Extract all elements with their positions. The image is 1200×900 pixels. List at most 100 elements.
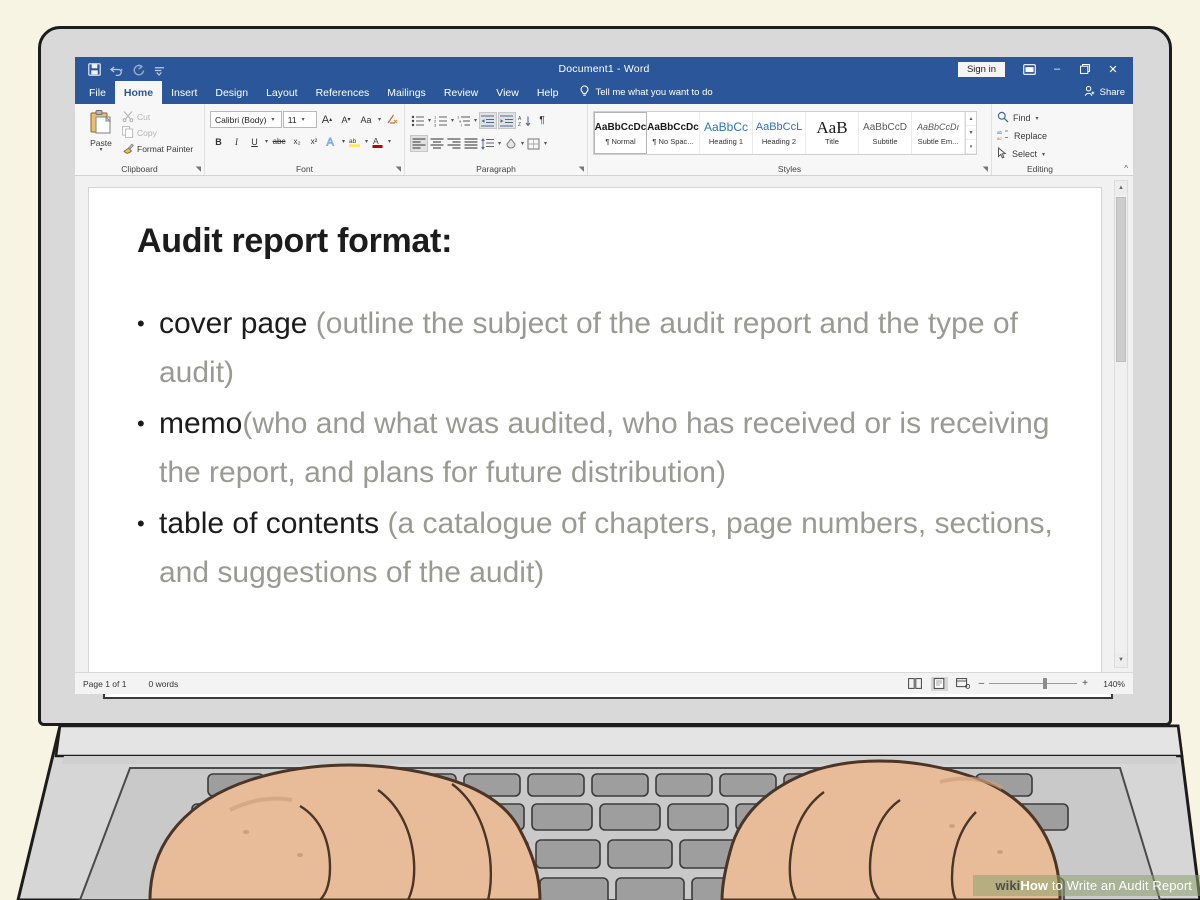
borders-caret-icon[interactable]: ▾	[543, 140, 548, 147]
tab-review[interactable]: Review	[435, 81, 487, 104]
numbering-caret-icon[interactable]: ▾	[450, 117, 455, 124]
italic-button[interactable]: I	[228, 133, 245, 150]
style-heading-2[interactable]: AaBbCcL Heading 2	[753, 112, 806, 154]
font-size-box[interactable]: 11 ▾	[282, 111, 317, 128]
paste-button[interactable]: Paste ▾	[80, 107, 122, 155]
multilevel-list-icon[interactable]: 1ai	[456, 112, 472, 129]
cut-button[interactable]: Cut	[122, 110, 193, 123]
tab-help[interactable]: Help	[528, 81, 568, 104]
scroll-down-icon[interactable]: ▼	[1115, 653, 1127, 667]
change-case-button[interactable]: Aa	[356, 111, 376, 128]
paste-dropdown-caret-icon[interactable]: ▾	[99, 147, 102, 153]
zoom-out-button[interactable]: –	[979, 678, 985, 689]
zoom-level[interactable]: 140%	[1095, 679, 1125, 689]
tab-view[interactable]: View	[487, 81, 528, 104]
decrease-indent-icon[interactable]	[479, 112, 498, 129]
shading-caret-icon[interactable]: ▾	[520, 140, 525, 147]
document-page[interactable]: Audit report format: • cover page (outli…	[88, 187, 1102, 672]
highlight-icon[interactable]: ab	[347, 133, 363, 150]
find-button[interactable]: Find ▾	[997, 111, 1083, 125]
zoom-slider[interactable]: – +	[979, 678, 1088, 689]
underline-button[interactable]: U	[246, 133, 263, 150]
styles-more-icon[interactable]: ▾	[966, 140, 976, 154]
styles-gallery-scroll[interactable]: ▲ ▼ ▾	[965, 112, 976, 154]
superscript-button[interactable]: x²	[306, 133, 322, 150]
print-layout-icon[interactable]	[930, 676, 948, 691]
replace-button[interactable]: ab ac Replace	[997, 129, 1083, 143]
style-subtle-emphasis[interactable]: AaBbCcDı Subtle Em...	[912, 112, 965, 154]
tab-home[interactable]: Home	[114, 81, 163, 104]
style-normal[interactable]: AaBbCcDc ¶ Normal	[594, 112, 647, 154]
align-center-icon[interactable]	[429, 135, 445, 152]
highlight-caret-icon[interactable]: ▾	[364, 138, 369, 145]
styles-dialog-launcher[interactable]: ◥	[983, 165, 988, 173]
font-color-caret-icon[interactable]: ▾	[387, 138, 392, 145]
style-title[interactable]: AaB Title	[806, 112, 859, 154]
bullets-icon[interactable]	[410, 112, 426, 129]
font-color-icon[interactable]: A	[370, 133, 386, 150]
share-button[interactable]: Share	[1084, 81, 1125, 104]
sort-icon[interactable]: AZ	[517, 112, 533, 129]
borders-icon[interactable]	[526, 135, 542, 152]
bullets-caret-icon[interactable]: ▾	[427, 117, 432, 124]
tell-me-search[interactable]: Tell me what you want to do	[567, 81, 713, 104]
word-count[interactable]: 0 words	[148, 679, 178, 689]
select-caret-icon[interactable]: ▾	[1041, 151, 1046, 158]
justify-icon[interactable]	[463, 135, 479, 152]
paragraph-dialog-launcher[interactable]: ◥	[579, 165, 584, 173]
close-button[interactable]: ✕	[1099, 57, 1127, 81]
shading-icon[interactable]	[503, 135, 519, 152]
font-name-caret-icon[interactable]: ▾	[272, 116, 275, 123]
grow-font-button[interactable]: A ▴	[318, 111, 336, 128]
multilevel-caret-icon[interactable]: ▾	[473, 117, 478, 124]
format-painter-button[interactable]: Format Painter	[122, 142, 193, 155]
font-size-caret-icon[interactable]: ▾	[302, 116, 305, 123]
web-layout-icon[interactable]	[955, 677, 972, 691]
underline-caret-icon[interactable]: ▾	[264, 138, 269, 145]
line-spacing-caret-icon[interactable]: ▾	[497, 140, 502, 147]
subscript-button[interactable]: x₂	[289, 133, 305, 150]
style-heading-1[interactable]: AaBbCc Heading 1	[700, 112, 753, 154]
tab-design[interactable]: Design	[206, 81, 257, 104]
ribbon-display-options-icon[interactable]	[1015, 57, 1043, 81]
zoom-track[interactable]	[989, 678, 1078, 689]
vertical-scrollbar[interactable]: ▲ ▼	[1114, 180, 1128, 668]
tab-file[interactable]: File	[80, 81, 115, 104]
font-name-box[interactable]: Calibri (Body) ▾	[210, 111, 282, 128]
scroll-up-icon[interactable]: ▲	[1115, 181, 1127, 195]
minimize-button[interactable]: –	[1043, 57, 1071, 81]
font-dialog-launcher[interactable]: ◥	[396, 165, 401, 173]
align-right-icon[interactable]	[446, 135, 462, 152]
read-mode-icon[interactable]	[907, 677, 924, 691]
find-caret-icon[interactable]: ▾	[1035, 115, 1040, 122]
collapse-ribbon-button[interactable]: ^	[1124, 164, 1128, 173]
zoom-thumb[interactable]	[1043, 678, 1048, 689]
select-button[interactable]: Select ▾	[997, 146, 1083, 161]
copy-button[interactable]: Copy	[122, 125, 193, 139]
document-body[interactable]: Audit report format: • cover page (outli…	[89, 188, 1101, 597]
align-left-icon[interactable]	[410, 135, 428, 152]
tab-references[interactable]: References	[307, 81, 379, 104]
shrink-font-button[interactable]: A ▾	[337, 111, 355, 128]
show-formatting-marks-button[interactable]: ¶	[534, 112, 550, 129]
page-indicator[interactable]: Page 1 of 1	[83, 679, 126, 689]
strikethrough-button[interactable]: abc	[270, 133, 288, 150]
tab-mailings[interactable]: Mailings	[378, 81, 435, 104]
clipboard-dialog-launcher[interactable]: ◥	[196, 165, 201, 173]
sign-in-button[interactable]: Sign in	[957, 61, 1005, 77]
styles-scroll-up-icon[interactable]: ▲	[966, 112, 976, 126]
scrollbar-thumb[interactable]	[1116, 197, 1126, 362]
text-effects-icon[interactable]: A	[323, 133, 340, 150]
styles-scroll-down-icon[interactable]: ▼	[966, 126, 976, 140]
style-no-spacing[interactable]: AaBbCcDc ¶ No Spac...	[647, 112, 700, 154]
change-case-caret-icon[interactable]: ▾	[377, 116, 382, 123]
restore-button[interactable]	[1071, 57, 1099, 81]
increase-indent-icon[interactable]	[498, 112, 517, 129]
tab-insert[interactable]: Insert	[162, 81, 206, 104]
bold-button[interactable]: B	[210, 133, 227, 150]
tab-layout[interactable]: Layout	[257, 81, 307, 104]
clear-formatting-icon[interactable]	[383, 111, 399, 128]
zoom-in-button[interactable]: +	[1082, 678, 1088, 689]
text-effects-caret-icon[interactable]: ▾	[341, 138, 346, 145]
line-spacing-icon[interactable]	[480, 135, 496, 152]
